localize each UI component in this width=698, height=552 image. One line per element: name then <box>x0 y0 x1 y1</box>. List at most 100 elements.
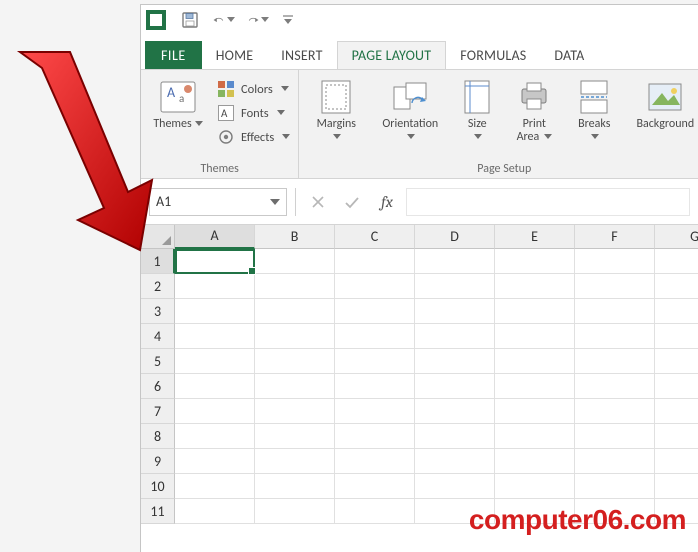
row-header[interactable]: 10 <box>141 474 175 499</box>
row-header[interactable]: 3 <box>141 299 175 324</box>
cell[interactable] <box>175 499 255 524</box>
row-header[interactable]: 4 <box>141 324 175 349</box>
tab-page-layout[interactable]: PAGE LAYOUT <box>337 41 447 69</box>
column-header[interactable]: A <box>175 225 255 249</box>
cell[interactable] <box>175 324 255 349</box>
cell[interactable] <box>335 449 415 474</box>
cell[interactable] <box>335 349 415 374</box>
cell[interactable] <box>575 349 655 374</box>
tab-data[interactable]: DATA <box>540 41 598 69</box>
row-header[interactable]: 8 <box>141 424 175 449</box>
cell[interactable] <box>495 424 575 449</box>
undo-dropdown-icon[interactable] <box>227 17 235 23</box>
tab-insert[interactable]: INSERT <box>267 41 336 69</box>
cell[interactable] <box>495 449 575 474</box>
cell[interactable] <box>175 399 255 424</box>
cell[interactable] <box>415 474 495 499</box>
cell[interactable] <box>175 374 255 399</box>
cell[interactable] <box>175 299 255 324</box>
name-box-dropdown-icon[interactable] <box>270 193 280 210</box>
cell[interactable] <box>255 424 335 449</box>
cell[interactable] <box>415 424 495 449</box>
cell[interactable] <box>495 324 575 349</box>
cell[interactable] <box>335 274 415 299</box>
cell[interactable] <box>655 349 698 374</box>
cell[interactable] <box>655 399 698 424</box>
cell[interactable] <box>335 324 415 349</box>
cell[interactable] <box>575 274 655 299</box>
cell[interactable] <box>335 399 415 424</box>
redo-button[interactable] <box>247 9 269 31</box>
cell[interactable] <box>495 299 575 324</box>
cell[interactable] <box>175 249 255 274</box>
name-box[interactable]: A1 <box>149 188 287 216</box>
cell[interactable] <box>415 324 495 349</box>
breaks-button[interactable]: Breaks <box>569 74 619 144</box>
cell[interactable] <box>575 299 655 324</box>
fonts-button[interactable]: A Fonts <box>217 102 290 124</box>
enter-formula-button[interactable] <box>338 189 366 215</box>
cell[interactable] <box>495 274 575 299</box>
cell[interactable] <box>255 449 335 474</box>
size-button[interactable]: Size <box>455 74 499 144</box>
cell[interactable] <box>415 349 495 374</box>
print-area-button[interactable]: PrintArea <box>509 74 559 144</box>
cell[interactable] <box>495 349 575 374</box>
cell[interactable] <box>415 249 495 274</box>
cell[interactable] <box>175 449 255 474</box>
colors-button[interactable]: Colors <box>217 78 290 100</box>
cell[interactable] <box>415 299 495 324</box>
cell[interactable] <box>255 349 335 374</box>
background-button[interactable]: Background <box>629 74 698 131</box>
formula-input[interactable] <box>406 188 690 216</box>
cell[interactable] <box>255 499 335 524</box>
cell[interactable] <box>655 324 698 349</box>
cancel-formula-button[interactable] <box>304 189 332 215</box>
row-header[interactable]: 7 <box>141 399 175 424</box>
cell[interactable] <box>255 249 335 274</box>
row-header[interactable]: 6 <box>141 374 175 399</box>
cell[interactable] <box>255 299 335 324</box>
orientation-button[interactable]: Orientation <box>375 74 445 144</box>
cell[interactable] <box>255 274 335 299</box>
tab-home[interactable]: HOME <box>202 41 268 69</box>
cell[interactable] <box>415 449 495 474</box>
row-header[interactable]: 11 <box>141 499 175 524</box>
cell[interactable] <box>495 474 575 499</box>
row-header[interactable]: 9 <box>141 449 175 474</box>
cell[interactable] <box>335 299 415 324</box>
row-header[interactable]: 2 <box>141 274 175 299</box>
cell[interactable] <box>575 424 655 449</box>
cell[interactable] <box>575 449 655 474</box>
cell[interactable] <box>655 274 698 299</box>
save-button[interactable] <box>179 9 201 31</box>
cell[interactable] <box>255 374 335 399</box>
cell[interactable] <box>335 424 415 449</box>
cell[interactable] <box>575 399 655 424</box>
cell[interactable] <box>335 249 415 274</box>
cell[interactable] <box>175 474 255 499</box>
cell[interactable] <box>335 474 415 499</box>
cell[interactable] <box>575 374 655 399</box>
column-header[interactable]: F <box>575 225 655 249</box>
cell[interactable] <box>255 474 335 499</box>
redo-dropdown-icon[interactable] <box>261 17 269 23</box>
cell[interactable] <box>175 274 255 299</box>
column-header[interactable]: C <box>335 225 415 249</box>
cell[interactable] <box>175 349 255 374</box>
undo-button[interactable] <box>213 9 235 31</box>
cell[interactable] <box>495 374 575 399</box>
cell[interactable] <box>495 249 575 274</box>
column-header[interactable]: D <box>415 225 495 249</box>
row-header[interactable]: 1 <box>141 249 175 274</box>
cell[interactable] <box>575 249 655 274</box>
cell[interactable] <box>255 399 335 424</box>
cell[interactable] <box>575 324 655 349</box>
themes-button[interactable]: Aa Themes <box>149 74 207 131</box>
cell[interactable] <box>575 474 655 499</box>
cell[interactable] <box>415 374 495 399</box>
cell[interactable] <box>655 249 698 274</box>
cell[interactable] <box>335 374 415 399</box>
cell[interactable] <box>655 474 698 499</box>
cell[interactable] <box>175 424 255 449</box>
